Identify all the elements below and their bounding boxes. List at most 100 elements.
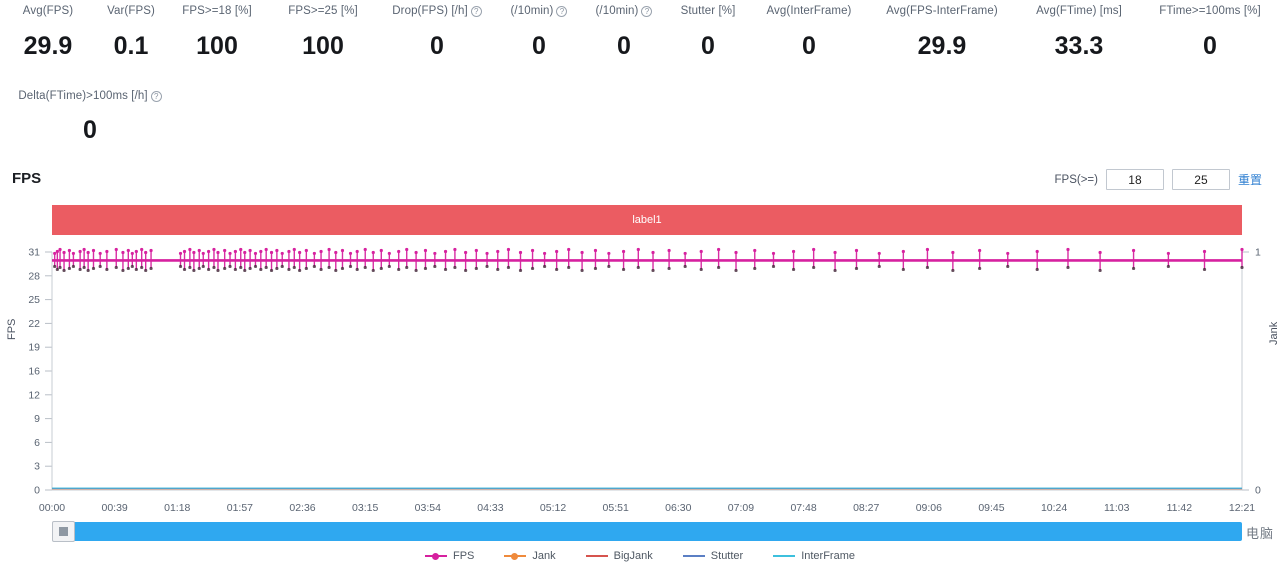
metric-header-6: (/10min)? xyxy=(582,5,666,17)
x-axis-tick-label: 02:36 xyxy=(289,502,316,514)
metric-header-label-2: FPS>=18 [%] xyxy=(182,5,252,17)
svg-text:31: 31 xyxy=(28,247,40,259)
legend-label: FPS xyxy=(453,550,475,562)
fps-chart-svg: 31 28 25 22 19 16 12 9 6 3 0 1 0 xyxy=(28,247,1261,497)
x-axis-tick-label: 05:51 xyxy=(602,502,629,514)
help-icon[interactable]: ? xyxy=(150,90,162,102)
metric-header-label-7: Stutter [%] xyxy=(680,5,736,17)
legend-label: InterFrame xyxy=(801,550,855,562)
chart-plot-area[interactable]: 31 28 25 22 19 16 12 9 6 3 0 1 0 xyxy=(0,240,1280,510)
metrics-values-row-1: 29.9 0.1 100 100 0 0 0 0 0 29.9 33.3 0 xyxy=(0,22,1280,70)
svg-text:0: 0 xyxy=(1255,485,1261,497)
fps-threshold-label: FPS(>=) xyxy=(1054,173,1098,186)
metric-header-label-9: Avg(FPS-InterFrame) xyxy=(886,5,998,17)
fps-threshold-high-input[interactable] xyxy=(1171,169,1230,190)
x-axis-tick-label: 06:30 xyxy=(665,502,692,514)
metric-value-text-3: 100 xyxy=(302,31,344,60)
label-band-text: label1 xyxy=(632,214,662,226)
metric-value-10: 33.3 xyxy=(1016,32,1142,61)
metric-header-label-11: FTime>=100ms [%] xyxy=(1159,5,1261,17)
metric-header-8: Avg(InterFrame) xyxy=(750,5,868,17)
panel-title: FPS xyxy=(12,170,42,187)
metric-value-6: 0 xyxy=(582,32,666,61)
perfdog-fps-report: Avg(FPS) Var(FPS) FPS>=18 [%] FPS>=25 [%] Dr… xyxy=(0,0,1280,564)
fps-threshold-low-input[interactable] xyxy=(1105,169,1164,190)
svg-text:16: 16 xyxy=(28,366,40,378)
metrics-values-row-2: 0 xyxy=(0,108,180,152)
metric-value-9: 29.9 xyxy=(868,32,1016,61)
x-axis-tick-label: 01:57 xyxy=(226,502,254,514)
label-band[interactable]: label1 xyxy=(52,205,1242,235)
metrics-header-row-1: Avg(FPS) Var(FPS) FPS>=18 [%] FPS>=25 [%] Dr… xyxy=(0,0,1280,22)
legend-item[interactable]: InterFrame xyxy=(773,550,855,562)
svg-text:12: 12 xyxy=(28,389,40,401)
legend-label: Jank xyxy=(532,550,556,562)
metric-header-label-10: Avg(FTime) [ms] xyxy=(1036,5,1122,17)
metrics-header-row-2: Delta(FTime)>100ms [/h]? xyxy=(0,86,180,106)
metric2-header-0: Delta(FTime)>100ms [/h]? xyxy=(0,90,180,102)
metric-value-text-9: 29.9 xyxy=(917,31,967,60)
metric-header-10: Avg(FTime) [ms] xyxy=(1016,5,1142,17)
metric-value-text-4: 0 xyxy=(430,31,444,60)
svg-text:6: 6 xyxy=(34,437,40,449)
legend-item[interactable]: BigJank xyxy=(585,550,653,562)
legend-item[interactable]: Jank xyxy=(504,550,556,562)
svg-text:25: 25 xyxy=(28,294,40,306)
metric-value-5: 0 xyxy=(496,32,582,61)
timeline-scrollbar-handle[interactable] xyxy=(52,521,75,542)
metric-value-3: 100 xyxy=(268,32,378,61)
legend-label: BigJank xyxy=(613,550,653,562)
svg-text:28: 28 xyxy=(28,270,40,282)
timeline-scrollbar[interactable] xyxy=(52,522,1242,541)
x-axis-tick-label: 11:42 xyxy=(1166,502,1193,514)
watermark: 电脑 xyxy=(1245,526,1274,541)
metric2-header-label-0: Delta(FTime)>100ms [/h] xyxy=(18,90,148,102)
svg-text:9: 9 xyxy=(34,413,40,425)
svg-text:19: 19 xyxy=(28,342,40,354)
metric-header-1: Var(FPS) xyxy=(96,5,166,17)
legend-item[interactable]: Stutter xyxy=(682,550,744,562)
metric-value-1: 0.1 xyxy=(96,32,166,61)
metric-value-text-6: 0 xyxy=(617,31,631,60)
legend-swatch-icon xyxy=(585,555,608,557)
x-axis-tick-label: 09:06 xyxy=(915,502,942,514)
metric-header-11: FTime>=100ms [%] xyxy=(1142,5,1278,17)
metric-header-2: FPS>=18 [%] xyxy=(166,5,268,17)
legend-marker-icon xyxy=(511,553,519,560)
metric-header-label-0: Avg(FPS) xyxy=(22,5,74,17)
metric-value-text-5: 0 xyxy=(532,31,546,60)
svg-text:0: 0 xyxy=(34,485,40,497)
help-icon[interactable]: ? xyxy=(470,5,482,17)
help-icon[interactable]: ? xyxy=(641,5,653,17)
legend-swatch-icon xyxy=(504,553,527,560)
legend-swatch-icon xyxy=(425,553,447,560)
fps-threshold-controls: FPS(>=) 重置 xyxy=(1055,169,1262,190)
x-axis-tick-label: 12:21 xyxy=(1228,502,1256,514)
metric-header-label-6: (/10min) xyxy=(595,5,639,17)
legend-swatch-icon xyxy=(682,555,705,557)
svg-text:1: 1 xyxy=(1255,247,1261,259)
metric-header-label-5: (/10min) xyxy=(510,5,554,17)
metric-value-7: 0 xyxy=(666,32,750,61)
x-axis-tick-label: 07:09 xyxy=(727,502,755,514)
reset-link[interactable]: 重置 xyxy=(1238,171,1262,188)
legend-label: Stutter xyxy=(710,550,744,562)
legend-swatch-icon xyxy=(773,555,796,557)
metric-value-text-0: 29.9 xyxy=(23,31,73,60)
x-axis-tick-label: 05:12 xyxy=(539,502,567,514)
metric-header-4: Drop(FPS) [/h]? xyxy=(378,5,496,17)
x-axis-tick-label: 10:24 xyxy=(1040,502,1068,514)
metric2-value-text-0: 0 xyxy=(83,115,97,144)
x-axis-tick-label: 08:27 xyxy=(853,502,880,514)
x-axis-tick-label: 11:03 xyxy=(1103,502,1130,514)
metric-header-5: (/10min)? xyxy=(496,5,582,17)
metric-header-0: Avg(FPS) xyxy=(0,5,96,17)
legend-item[interactable]: FPS xyxy=(425,550,474,562)
x-axis-tick-label: 01:18 xyxy=(164,502,191,514)
help-icon[interactable]: ? xyxy=(556,5,568,17)
metric-value-text-8: 0 xyxy=(802,31,816,60)
x-axis-tick-label: 04:33 xyxy=(477,502,504,514)
metric-value-0: 29.9 xyxy=(0,32,96,61)
metric-value-8: 0 xyxy=(750,32,868,61)
x-axis-tick-label: 00:00 xyxy=(38,502,66,514)
